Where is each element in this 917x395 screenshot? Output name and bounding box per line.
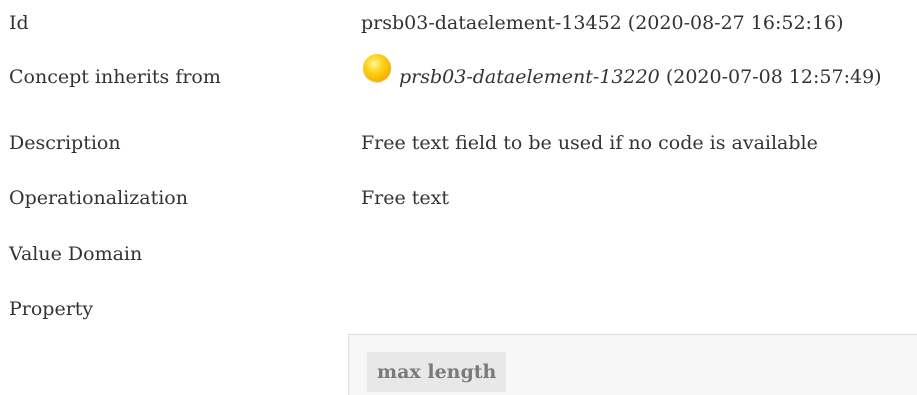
row-operationalization: Operationalization Free text xyxy=(0,183,917,223)
row-id: Id prsb03-dataelement-13452 (2020-08-27 … xyxy=(0,0,917,40)
row-value-domain: Value Domain xyxy=(0,239,917,279)
description-label: Description xyxy=(9,132,121,154)
id-value: prsb03-dataelement-13452 (2020-08-27 16:… xyxy=(361,12,844,34)
description-value: Free text field to be used if no code is… xyxy=(361,132,818,154)
row-property: Property xyxy=(0,294,917,334)
operationalization-value: Free text xyxy=(361,187,450,209)
row-inherits-from: Concept inherits from prsb03-dataelement… xyxy=(0,53,917,93)
operationalization-label: Operationalization xyxy=(9,187,188,209)
inherits-from-value: prsb03-dataelement-13220 (2020-07-08 12:… xyxy=(399,65,882,89)
inherits-from-date: (2020-07-08 12:57:49) xyxy=(659,66,882,88)
row-description: Description Free text field to be used i… xyxy=(0,127,917,167)
inherits-from-link[interactable]: prsb03-dataelement-13220 xyxy=(399,66,660,88)
inherit-orb-icon xyxy=(363,54,391,82)
value-domain-label: Value Domain xyxy=(9,243,143,265)
max-length-tag: max length xyxy=(367,352,507,392)
property-label: Property xyxy=(9,298,94,320)
inherits-from-label: Concept inherits from xyxy=(9,66,221,88)
id-label: Id xyxy=(9,12,29,34)
